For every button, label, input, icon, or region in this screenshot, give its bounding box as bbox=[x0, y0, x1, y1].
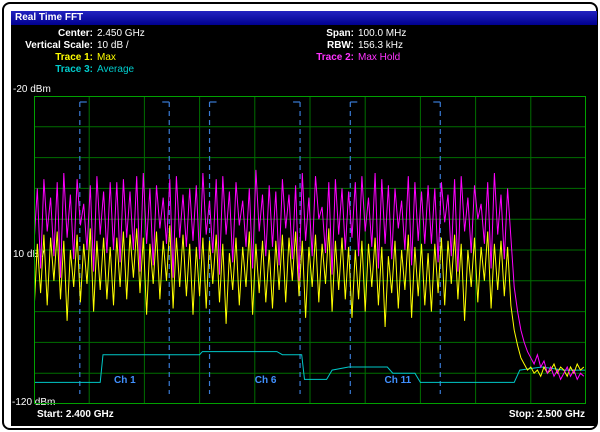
display-area: Center: 2.450 GHz Vertical Scale: 10 dB … bbox=[11, 25, 597, 426]
window-titlebar[interactable]: Real Time FFT bbox=[11, 11, 597, 25]
grid bbox=[34, 96, 586, 404]
span-value: 100.0 MHz bbox=[358, 28, 406, 40]
settings-panel-right: Span: 100.0 MHz RBW: 156.3 kHz Trace 2: … bbox=[306, 28, 406, 64]
channel-label: Ch 1 bbox=[114, 375, 136, 386]
y-axis-top-label: -20 dBm bbox=[13, 84, 51, 95]
window-title: Real Time FFT bbox=[15, 12, 83, 23]
trace1-mode: Max bbox=[97, 52, 145, 64]
trace2-label: Trace 2: bbox=[306, 52, 354, 64]
x-axis-start-label: Start: 2.400 GHz bbox=[37, 409, 114, 420]
channel-label: Ch 11 bbox=[385, 375, 412, 386]
center-label: Center: bbox=[13, 28, 93, 40]
x-axis-stop-label: Stop: 2.500 GHz bbox=[509, 409, 585, 420]
spectrum-plot: Ch 1 Ch 6 Ch 11 bbox=[34, 96, 586, 404]
trace3-mode: Average bbox=[97, 64, 145, 76]
trace2-mode: Max Hold bbox=[358, 52, 406, 64]
spectrum-plot-svg: Ch 1 Ch 6 Ch 11 bbox=[34, 96, 586, 404]
trace1-label: Trace 1: bbox=[13, 52, 93, 64]
trace3-label: Trace 3: bbox=[13, 64, 93, 76]
settings-panel-left: Center: 2.450 GHz Vertical Scale: 10 dB … bbox=[13, 28, 145, 76]
center-value: 2.450 GHz bbox=[97, 28, 145, 40]
span-label: Span: bbox=[306, 28, 354, 40]
vertical-scale-label: Vertical Scale: bbox=[13, 40, 93, 52]
vertical-scale-value: 10 dB / bbox=[97, 40, 145, 52]
channel-label: Ch 6 bbox=[255, 375, 277, 386]
trace-line-1 bbox=[34, 225, 584, 376]
trace-line-2 bbox=[34, 170, 584, 380]
window-frame: Real Time FFT Center: 2.450 GHz Vertical… bbox=[2, 2, 598, 430]
rbw-value: 156.3 kHz bbox=[358, 40, 406, 52]
rbw-label: RBW: bbox=[306, 40, 354, 52]
